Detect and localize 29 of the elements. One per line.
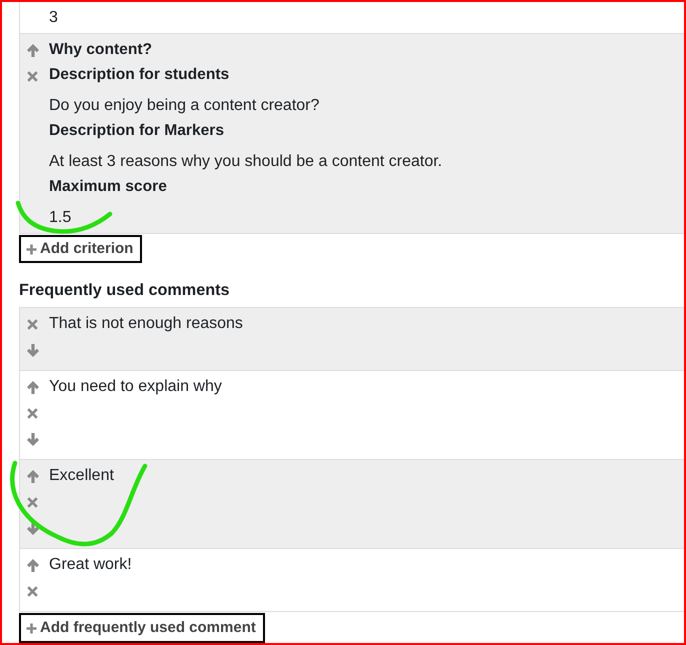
close-icon[interactable] bbox=[27, 70, 38, 82]
comment-text: Excellent bbox=[49, 466, 115, 486]
field-label: Description for Markers bbox=[49, 121, 226, 141]
add-criterion-button[interactable]: Add criterion bbox=[19, 235, 142, 263]
up-arrow-icon[interactable] bbox=[27, 44, 39, 56]
close-icon[interactable] bbox=[27, 586, 38, 596]
section-heading: Frequently used comments bbox=[19, 280, 230, 301]
close-icon[interactable] bbox=[27, 408, 38, 418]
comment-text: Great work! bbox=[49, 555, 133, 575]
up-arrow-icon[interactable] bbox=[27, 558, 39, 572]
comment-text: That is not enough reasons bbox=[49, 314, 244, 334]
field-value: At least 3 reasons why you should be a content creator. bbox=[49, 152, 444, 172]
plus-icon bbox=[26, 622, 37, 634]
down-arrow-icon[interactable] bbox=[27, 432, 39, 446]
close-icon[interactable] bbox=[27, 496, 38, 508]
close-icon[interactable] bbox=[27, 318, 38, 330]
down-arrow-icon[interactable] bbox=[27, 522, 39, 534]
up-arrow-icon[interactable] bbox=[27, 380, 39, 394]
plus-icon bbox=[26, 244, 37, 254]
field-label: Maximum score bbox=[49, 177, 168, 197]
criterion-title: Why content? bbox=[49, 40, 154, 60]
down-arrow-icon[interactable] bbox=[27, 344, 39, 356]
field-value: 3 bbox=[49, 8, 59, 28]
comment-text: You need to explain why bbox=[49, 377, 223, 397]
field-label: Description for students bbox=[49, 65, 230, 85]
field-value: 1.5 bbox=[49, 208, 72, 228]
add-comment-button[interactable]: Add frequently used comment bbox=[19, 613, 265, 643]
up-arrow-icon[interactable] bbox=[27, 470, 39, 482]
field-value: Do you enjoy being a content creator? bbox=[49, 96, 320, 116]
